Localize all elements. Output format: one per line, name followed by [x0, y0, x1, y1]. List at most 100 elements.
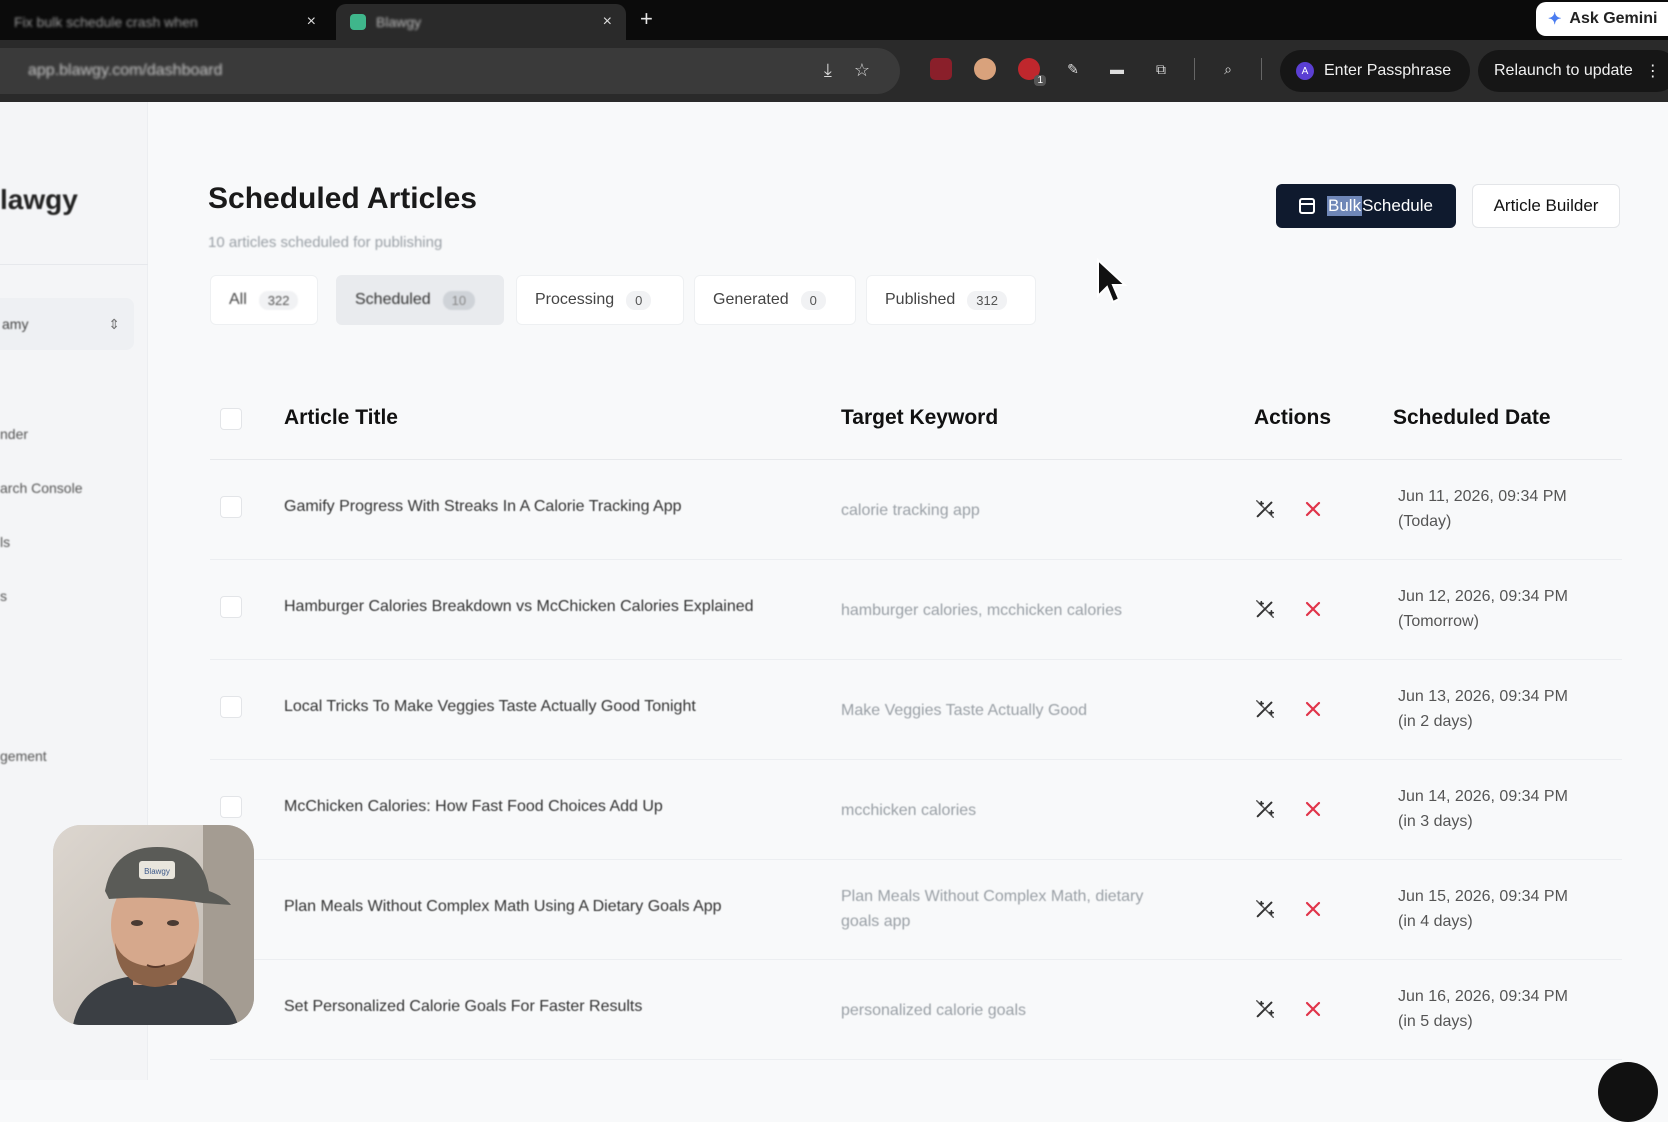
enter-passphrase-button[interactable]: A Enter Passphrase — [1280, 50, 1470, 92]
sidebar-item[interactable]: ls — [0, 534, 10, 550]
tab-label: Published — [885, 291, 956, 308]
column-header-keyword[interactable]: Target Keyword — [841, 406, 998, 430]
scheduled-date: Jun 15, 2026, 09:34 PM (in 4 days) — [1398, 884, 1568, 934]
ask-gemini-label: Ask Gemini — [1569, 10, 1658, 27]
tab-published[interactable]: Published 312 — [866, 275, 1036, 325]
sidebar-item[interactable]: gement — [0, 748, 47, 764]
row-checkbox[interactable] — [220, 796, 242, 818]
url-text: app.blawgy.com/dashboard — [28, 62, 223, 79]
tab-search-icon[interactable]: ⌕ — [1217, 58, 1239, 80]
sidebar-divider — [0, 264, 148, 265]
article-title[interactable]: McChicken Calories: How Fast Food Choice… — [284, 798, 663, 816]
table-row[interactable]: Hamburger Calories Breakdown vs McChicke… — [210, 560, 1622, 660]
target-keyword: Plan Meals Without Complex Math, dietary… — [841, 888, 1144, 930]
delete-x-icon[interactable] — [1304, 500, 1322, 518]
table-row[interactable]: Plan Meals Without Complex Math Using A … — [210, 860, 1622, 960]
magic-wand-icon[interactable] — [1254, 698, 1276, 720]
table-row[interactable]: McChicken Calories: How Fast Food Choice… — [210, 760, 1622, 860]
table-row[interactable]: Local Tricks To Make Veggies Taste Actua… — [210, 660, 1622, 760]
scheduled-relative: (in 2 days) — [1398, 713, 1473, 730]
gemini-sparkle-icon: ✦ — [1548, 11, 1562, 28]
column-header-title[interactable]: Article Title — [284, 406, 398, 430]
article-title[interactable]: Gamify Progress With Streaks In A Calori… — [284, 498, 682, 516]
article-builder-button[interactable]: Article Builder — [1472, 184, 1620, 228]
row-checkbox[interactable] — [220, 696, 242, 718]
article-title[interactable]: Plan Meals Without Complex Math Using A … — [284, 898, 722, 916]
card-icon[interactable]: ▬ — [1106, 58, 1128, 80]
sidebar-item[interactable]: s — [0, 588, 7, 604]
page-subtitle: 10 articles scheduled for publishing — [208, 234, 443, 251]
browser-tab-inactive[interactable]: Fix bulk schedule crash when × — [0, 4, 330, 40]
target-keyword: mcchicken calories — [841, 802, 977, 819]
eyedropper-icon[interactable]: ✎ — [1062, 58, 1084, 80]
delete-x-icon[interactable] — [1304, 600, 1322, 618]
table-row[interactable]: Gamify Progress With Streaks In A Calori… — [210, 460, 1622, 560]
browser-tab-active[interactable]: Blawgy × — [336, 4, 626, 40]
tab-label: Scheduled — [355, 291, 431, 308]
tab-count-badge: 0 — [626, 290, 652, 310]
delete-x-icon[interactable] — [1304, 1000, 1322, 1018]
delete-x-icon[interactable] — [1304, 900, 1322, 918]
article-title[interactable]: Set Personalized Calorie Goals For Faste… — [284, 998, 642, 1016]
scheduled-relative: (in 5 days) — [1398, 1013, 1473, 1030]
delete-x-icon[interactable] — [1304, 800, 1322, 818]
magic-wand-icon[interactable] — [1254, 798, 1276, 820]
magic-wand-icon[interactable] — [1254, 898, 1276, 920]
magic-wand-icon[interactable] — [1254, 498, 1276, 520]
chevron-updown-icon: ⇕ — [108, 315, 120, 332]
tab-label: Processing — [535, 291, 615, 308]
column-header-date[interactable]: Scheduled Date — [1393, 406, 1551, 430]
omnibox-icons: ⤓ ☆ — [824, 60, 870, 81]
scheduled-relative: (in 4 days) — [1398, 913, 1473, 930]
extension-red-icon[interactable] — [930, 58, 952, 80]
tab-all[interactable]: All 322 — [210, 275, 318, 325]
tab-scheduled[interactable]: Scheduled 10 — [336, 275, 504, 325]
target-keyword: calorie tracking app — [841, 502, 980, 519]
blawgy-favicon-icon — [350, 14, 366, 30]
tab-count-badge: 322 — [258, 290, 299, 310]
tab-processing[interactable]: Processing 0 — [516, 275, 684, 325]
workspace-select[interactable]: amy ⇕ — [0, 298, 134, 350]
address-bar[interactable]: app.blawgy.com/dashboard ⤓ ☆ — [0, 48, 900, 94]
row-checkbox[interactable] — [220, 596, 242, 618]
tab-count-badge: 0 — [800, 290, 826, 310]
delete-x-icon[interactable] — [1304, 700, 1322, 718]
chat-support-button[interactable] — [1598, 1062, 1658, 1122]
bulk-schedule-button[interactable]: Bulk Schedule — [1276, 184, 1456, 228]
close-icon[interactable]: × — [603, 13, 612, 31]
sidebar-item[interactable]: nder — [0, 426, 28, 442]
browser-tabstrip: Fix bulk schedule crash when × Blawgy × … — [0, 0, 1668, 40]
table-row[interactable]: Set Personalized Calorie Goals For Faste… — [210, 960, 1622, 1060]
scheduled-date: Jun 11, 2026, 09:34 PM (Today) — [1398, 484, 1567, 534]
relaunch-label: Relaunch to update — [1494, 62, 1633, 79]
scheduled-datetime: Jun 11, 2026, 09:34 PM — [1398, 488, 1567, 505]
new-tab-button[interactable]: + — [640, 6, 653, 32]
article-title[interactable]: Hamburger Calories Breakdown vs McChicke… — [284, 598, 754, 616]
table-header: Article Title Target Keyword Actions Sch… — [210, 382, 1622, 460]
puzzle-extensions-icon[interactable]: ⧉ — [1150, 58, 1172, 80]
kebab-menu-icon[interactable]: ⋮ — [1645, 61, 1661, 81]
ask-gemini-button[interactable]: ✦ Ask Gemini — [1536, 2, 1668, 36]
magic-wand-icon[interactable] — [1254, 998, 1276, 1020]
page-title: Scheduled Articles — [208, 182, 477, 215]
article-title[interactable]: Local Tricks To Make Veggies Taste Actua… — [284, 698, 696, 716]
magic-wand-icon[interactable] — [1254, 598, 1276, 620]
scheduled-datetime: Jun 14, 2026, 09:34 PM — [1398, 788, 1568, 805]
bulk-selected-text: Bulk — [1327, 196, 1363, 216]
row-checkbox[interactable] — [220, 496, 242, 518]
bookmark-star-icon[interactable]: ☆ — [854, 60, 870, 81]
install-app-icon[interactable]: ⤓ — [824, 60, 832, 81]
close-icon[interactable]: × — [307, 13, 316, 31]
relaunch-button[interactable]: Relaunch to update ⋮ — [1478, 50, 1668, 92]
scheduled-relative: (Tomorrow) — [1398, 613, 1479, 630]
tab-count-badge: 10 — [442, 290, 476, 310]
scheduled-date: Jun 12, 2026, 09:34 PM (Tomorrow) — [1398, 584, 1568, 634]
brand-logo-text[interactable]: lawgy — [0, 184, 78, 216]
tab-generated[interactable]: Generated 0 — [694, 275, 856, 325]
extension-avatar-icon[interactable] — [974, 58, 996, 80]
extension-badge-icon[interactable]: 1 — [1018, 58, 1046, 86]
sidebar-item[interactable]: arch Console — [0, 480, 83, 496]
select-all-checkbox[interactable] — [220, 408, 242, 430]
toolbar-divider — [1261, 58, 1262, 80]
cap-logo-text: Blawgy — [144, 867, 170, 876]
